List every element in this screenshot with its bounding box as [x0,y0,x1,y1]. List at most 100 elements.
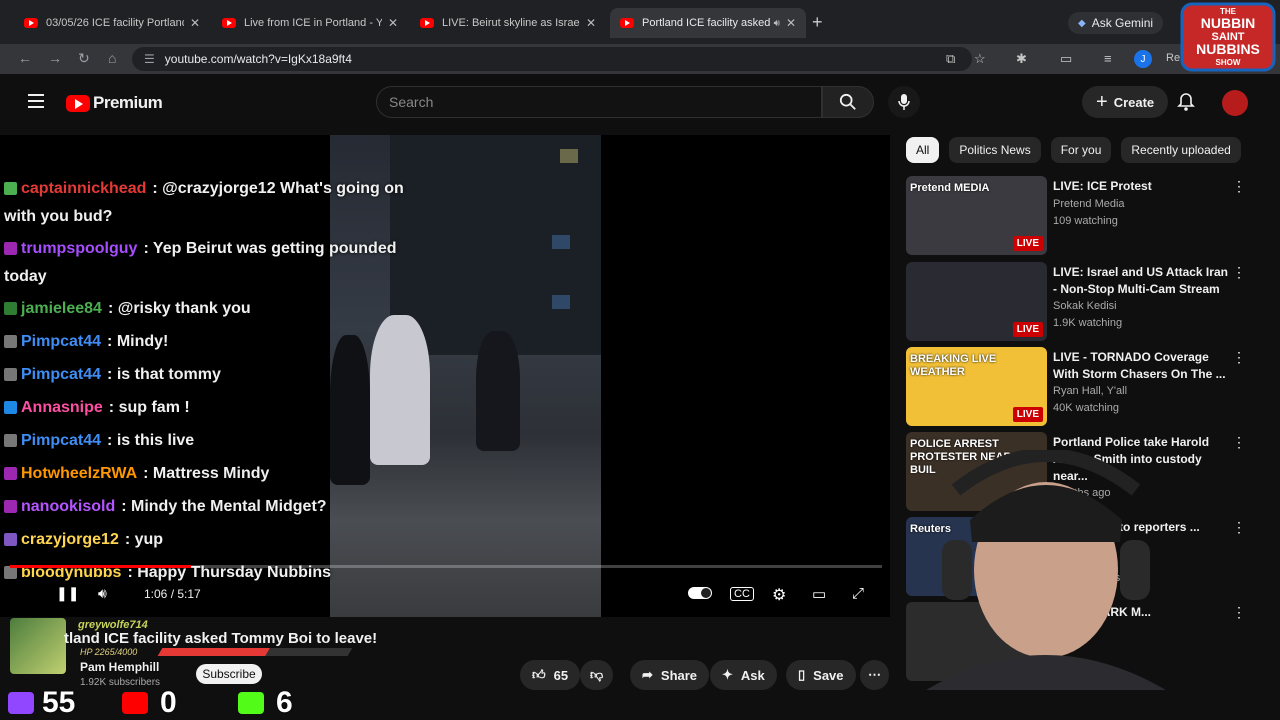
logo-text: Premium [93,93,163,112]
recommendation-channel[interactable]: Sokak Kedisi [1053,300,1117,312]
video-thumbnail[interactable]: BREAKING LIVE WEATHER LIVE [906,347,1047,426]
autoplay-toggle[interactable] [688,587,712,599]
chat-message: nanookisold: Mindy the Mental Midget? [4,493,424,526]
tab-title: Portland ICE facility asked T [642,17,770,29]
recommendation-title[interactable]: LIVE: ICE Protest [1053,178,1229,195]
chat-username: Pimpcat44 [21,366,102,383]
speaker-icon[interactable]: 🔊︎ [774,18,780,29]
more-vertical-icon[interactable]: ⋮ [1232,434,1246,451]
fullscreen-icon[interactable]: ⤢ [852,585,864,602]
youtube-icon [122,692,148,714]
streamer-webcam [926,450,1166,690]
youtube-favicon-icon [24,18,38,28]
recommendation-channel[interactable]: Ryan Hall, Y'all [1053,385,1127,397]
channel-name[interactable]: Pam Hemphill [80,660,159,674]
close-tab-icon[interactable]: ✕ [388,16,398,30]
bookmark-star-icon[interactable]: ☆ [974,51,986,67]
filter-chips: All Politics News For you Recently uploa… [906,137,1251,163]
recommendation-title[interactable]: LIVE: Israel and US Attack Iran - Non-St… [1053,264,1229,298]
install-app-icon[interactable]: ⧉ [946,51,955,67]
forward-arrow-icon[interactable]: → [48,50,62,66]
more-actions-button[interactable]: ⋯ [860,660,889,690]
browser-tab[interactable]: Live from ICE in Portland - You ✕ [212,8,408,38]
tab-title: LIVE: Beirut skyline as Israel ram [442,17,580,29]
account-avatar[interactable] [1222,90,1248,116]
voice-search-button[interactable] [888,86,920,118]
chat-badge-icon [4,335,17,348]
browser-toolbar: ← → ↻ ⌂ ☰ youtube.com/watch?v=IgKx18a9ft… [0,44,1280,74]
subscribe-button[interactable]: Subscribe [196,664,262,684]
theater-mode-icon[interactable]: ▭ [812,585,826,603]
recommendation-title[interactable]: LIVE - TORNADO Coverage With Storm Chase… [1053,349,1229,383]
site-info-icon[interactable]: ☰ [144,52,155,66]
close-tab-icon[interactable]: ✕ [586,16,596,30]
video-thumbnail[interactable]: LIVE [906,262,1047,341]
new-tab-button[interactable]: + [812,12,823,33]
volume-icon[interactable]: 🔊︎ [98,585,107,602]
browser-tab[interactable]: LIVE: Beirut skyline as Israel ram ✕ [410,8,606,38]
channel-avatar[interactable] [10,618,66,674]
live-badge: LIVE [1012,407,1043,422]
close-tab-icon[interactable]: ✕ [190,16,200,30]
recommendation-item[interactable]: BREAKING LIVE WEATHER LIVE LIVE - TORNADO … [906,347,1246,427]
chat-badge-icon [4,533,17,546]
recommendation-channel[interactable]: Pretend Media [1053,198,1125,210]
video-player[interactable]: captainnickhead: @crazyjorge12 What's go… [0,135,890,617]
chat-badge-icon [4,302,17,315]
address-bar[interactable]: ☰ youtube.com/watch?v=IgKx18a9ft4 [132,47,972,71]
progress-bar[interactable] [10,565,882,568]
more-vertical-icon[interactable]: ⋮ [1232,178,1246,195]
ask-label: Ask [740,667,765,683]
plus-icon: + [1096,90,1108,113]
ask-gemini-button[interactable]: ◆ Ask Gemini [1068,12,1164,34]
logo-line4: NUBBINS [1196,41,1260,57]
home-icon[interactable]: ⌂ [108,50,116,66]
media-controls-icon[interactable]: ≡ [1104,51,1112,66]
more-horizontal-icon: ⋯ [868,667,881,682]
menu-icon[interactable] [28,94,44,112]
chip-all[interactable]: All [906,137,940,163]
chip-for-you[interactable]: For you [1050,137,1112,163]
video-thumbnail[interactable]: Pretend MEDIA LIVE [906,176,1047,255]
search-button[interactable] [822,86,874,118]
recommendation-item[interactable]: Pretend MEDIA LIVE LIVE: ICE Protest Preten… [906,176,1246,256]
close-tab-icon[interactable]: ✕ [786,16,796,30]
dislike-button[interactable]: 👎︎ [580,660,614,690]
thumbnail-text: BREAKING LIVE WEATHER [910,353,997,378]
more-vertical-icon[interactable]: ⋮ [1232,264,1246,281]
settings-gear-icon[interactable]: ⚙ [772,585,786,605]
chip-politics-news[interactable]: Politics News [949,137,1041,163]
recommendation-item[interactable]: LIVE LIVE: Israel and US Attack Iran - No… [906,262,1246,342]
chip-recently-uploaded[interactable]: Recently uploaded [1121,137,1241,163]
chat-text: : Mattress Mindy [143,465,270,482]
chat-username: Pimpcat44 [21,432,102,449]
reading-mode-icon[interactable]: ▭ [1060,51,1072,67]
more-vertical-icon[interactable]: ⋮ [1232,349,1246,366]
save-button[interactable]: ▯ Save [786,660,856,690]
notifications-bell-icon[interactable] [1176,92,1196,112]
thumbs-up-icon: 👍︎ [532,667,546,682]
search-input[interactable]: Search [376,86,822,118]
pause-icon[interactable]: ❚❚ [56,585,79,602]
extensions-icon[interactable]: ✱ [1016,51,1027,67]
create-button[interactable]: + Create [1082,86,1169,118]
youtube-premium-logo[interactable]: Premium [66,93,163,113]
window [552,235,570,249]
browser-tab[interactable]: 03/05/26 ICE facility Portland, O ✕ [14,8,210,38]
progress-fill [10,565,192,568]
reload-icon[interactable]: ↻ [78,50,90,67]
window [552,295,570,309]
chat-username: crazyjorge12 [21,531,119,548]
sparkle-icon: ✦ [722,667,733,682]
captions-icon[interactable]: CC [730,587,754,601]
share-button[interactable]: ➦ Share [630,660,710,690]
browser-profile-avatar[interactable]: J [1134,50,1152,68]
chat-message: jamielee84: @risky thank you [4,295,424,328]
officer-figure [476,331,520,451]
back-arrow-icon[interactable]: ← [18,50,32,66]
youtube-masthead: Premium Search + Create [0,74,1280,130]
browser-tab-active[interactable]: Portland ICE facility asked T 🔊︎ ✕ [610,8,806,38]
tab-title: Live from ICE in Portland - You [244,17,382,29]
like-button[interactable]: 👍︎ 65 [520,660,581,690]
ask-button[interactable]: ✦ Ask [710,660,777,690]
